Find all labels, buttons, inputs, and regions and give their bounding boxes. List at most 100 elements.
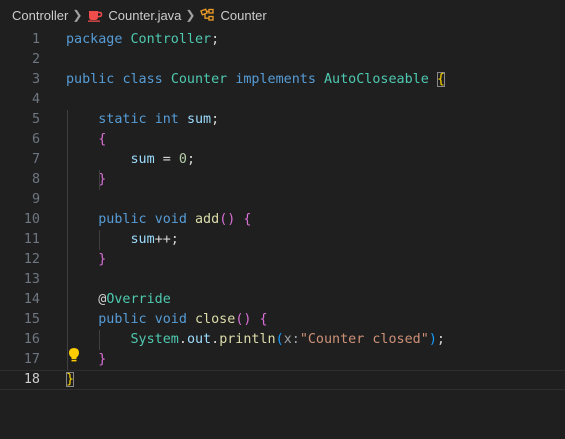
code-token: ;: [436, 332, 445, 347]
code-token: System: [130, 332, 179, 347]
code-line[interactable]: 16 System.out.println(x:"Counter closed"…: [0, 330, 565, 350]
line-number: 15: [23, 312, 40, 327]
indent-guide: [99, 170, 100, 190]
line-number: 7: [31, 152, 40, 167]
code-line[interactable]: 5 static int sum;: [0, 110, 565, 130]
code-token: (: [275, 332, 284, 347]
code-line[interactable]: 3 public class Counter implements AutoClo…: [0, 70, 565, 90]
breadcrumb-symbol-label: Counter: [220, 7, 267, 23]
code-token: void: [154, 212, 187, 227]
code-line[interactable]: 1 package Controller;: [0, 30, 565, 50]
code-token: {: [243, 212, 252, 227]
code-token: ++;: [154, 232, 179, 247]
code-token: public: [98, 212, 147, 227]
indent-guide: [99, 230, 100, 250]
code-token: add: [195, 212, 220, 227]
code-token: .: [178, 332, 187, 347]
code-token: ): [428, 332, 437, 347]
code-line[interactable]: 13: [0, 270, 565, 290]
code-line[interactable]: 6 {: [0, 130, 565, 150]
breadcrumb-symbol[interactable]: Counter: [200, 7, 267, 23]
code-text: public void close() {: [66, 310, 268, 330]
line-number: 6: [31, 132, 40, 147]
indent-guide: [99, 330, 100, 350]
code-token: x:: [283, 332, 300, 347]
code-text: sum++;: [66, 230, 179, 250]
line-number: 5: [31, 112, 40, 127]
code-token: public: [98, 312, 147, 327]
code-token: static: [98, 112, 147, 127]
code-text: public class Counter implements AutoClos…: [66, 70, 445, 90]
line-number: 16: [23, 332, 40, 347]
line-number: 17: [23, 352, 40, 367]
code-line[interactable]: 4: [0, 90, 565, 110]
code-text: public void add() {: [66, 210, 251, 230]
line-number: 3: [31, 72, 40, 87]
code-token: package: [66, 32, 123, 47]
code-text: sum = 0;: [66, 150, 196, 170]
code-token: ;: [211, 32, 220, 47]
chevron-right-icon: ❯: [72, 8, 83, 22]
code-line[interactable]: 2: [0, 50, 565, 70]
class-symbol-icon: [200, 8, 216, 22]
code-token: (): [219, 212, 236, 227]
code-line[interactable]: 17 }: [0, 350, 565, 370]
line-number: 13: [23, 272, 40, 287]
code-token: sum: [130, 152, 155, 167]
breadcrumb: Controller ❯ Counter.java ❯ Counter: [0, 0, 565, 30]
java-file-icon: [87, 8, 103, 22]
code-token: close: [195, 312, 236, 327]
code-line[interactable]: 11 sum++;: [0, 230, 565, 250]
code-token: {: [259, 312, 268, 327]
code-editor[interactable]: 18} 17 } 16 System.out.println(x:"Counter …: [0, 30, 565, 439]
line-number: 1: [31, 32, 40, 47]
code-text: }: [66, 250, 106, 270]
line-number: 8: [31, 172, 40, 187]
code-line[interactable]: 14 @Override: [0, 290, 565, 310]
code-token: AutoCloseable: [324, 72, 429, 87]
code-token: "Counter closed": [299, 332, 429, 347]
code-text: System.out.println(x:"Counter closed");: [66, 330, 445, 350]
code-token: println: [219, 332, 276, 347]
breadcrumb-folder[interactable]: Controller: [12, 8, 68, 23]
code-token: {: [436, 72, 445, 87]
code-token: Override: [106, 292, 171, 307]
code-text: {: [66, 130, 106, 150]
code-token: {: [98, 132, 107, 147]
line-number: 2: [31, 52, 40, 67]
code-text: }: [66, 371, 75, 389]
code-token: void: [154, 312, 187, 327]
code-text: package Controller;: [66, 30, 219, 50]
line-number: 18: [23, 372, 40, 387]
breadcrumb-folder-label: Controller: [12, 7, 69, 23]
indent-guide: [67, 110, 68, 370]
code-line[interactable]: 7 sum = 0;: [0, 150, 565, 170]
code-token: Counter: [170, 72, 228, 87]
lightbulb-icon[interactable]: [68, 347, 80, 363]
code-token: }: [98, 252, 107, 267]
code-line[interactable]: 12 }: [0, 250, 565, 270]
code-token: class: [122, 72, 163, 87]
code-line[interactable]: 9: [0, 190, 565, 210]
code-line[interactable]: 18}: [0, 370, 565, 390]
code-line[interactable]: 10 public void add() {: [0, 210, 565, 230]
code-token: ;: [186, 152, 195, 167]
code-line[interactable]: 15 public void close() {: [0, 310, 565, 330]
code-token: (): [235, 312, 252, 327]
code-line[interactable]: 8 }: [0, 170, 565, 190]
breadcrumb-file[interactable]: Counter.java: [87, 8, 181, 23]
